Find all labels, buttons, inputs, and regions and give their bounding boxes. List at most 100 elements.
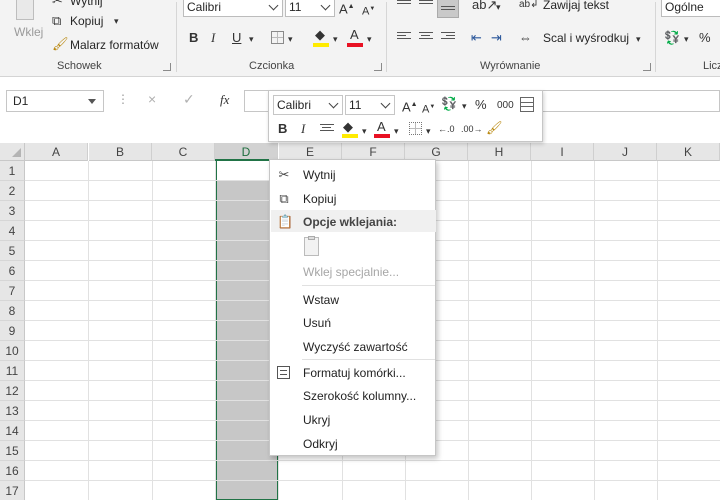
column-header-j[interactable]: J: [594, 143, 657, 161]
alignment-launcher-icon[interactable]: [643, 63, 651, 71]
mini-accounting-dropdown-icon[interactable]: ▾: [462, 99, 467, 113]
mini-italic-button[interactable]: I: [301, 122, 305, 136]
mini-format-table-icon[interactable]: [520, 97, 534, 112]
column-header-b[interactable]: B: [89, 143, 152, 161]
row-header-14[interactable]: 14: [0, 421, 25, 441]
mini-accounting-icon[interactable]: 💱: [441, 97, 457, 111]
column-header-c[interactable]: C: [152, 143, 215, 161]
row-header-6[interactable]: 6: [0, 261, 25, 281]
align-bottom-icon[interactable]: [437, 0, 459, 18]
clipboard-launcher-icon[interactable]: [163, 63, 171, 71]
column-header-k[interactable]: K: [657, 143, 720, 161]
cut-button[interactable]: ✂ Wytnij: [52, 0, 142, 14]
row-header-17[interactable]: 17: [0, 481, 25, 500]
menu-item-delete[interactable]: Usuń: [270, 311, 435, 333]
mini-percent-button[interactable]: %: [475, 98, 487, 112]
chevron-down-icon[interactable]: [88, 99, 96, 104]
accounting-format-icon[interactable]: 💱: [664, 31, 680, 45]
mini-font-color-icon[interactable]: A: [374, 119, 390, 139]
menu-item-copy[interactable]: ⧉ Kopiuj: [270, 187, 435, 209]
paste-option-button[interactable]: [301, 235, 325, 259]
borders-icon[interactable]: [271, 31, 284, 44]
active-cell[interactable]: [217, 161, 277, 180]
column-header-a[interactable]: A: [25, 143, 88, 161]
menu-item-format-cells[interactable]: Formatuj komórki...: [270, 361, 435, 383]
mini-fill-dropdown-icon[interactable]: ▾: [362, 124, 367, 138]
borders-dropdown-icon[interactable]: ▾: [288, 32, 293, 46]
mini-fill-color-icon[interactable]: ◆: [342, 119, 358, 139]
bold-button[interactable]: B: [189, 31, 198, 45]
mini-comma-style-button[interactable]: 000: [497, 99, 514, 113]
orientation-icon[interactable]: ab↗: [472, 0, 497, 12]
align-left-icon[interactable]: [397, 32, 411, 44]
enter-icon[interactable]: ✓: [183, 91, 195, 108]
decrease-indent-icon[interactable]: ⇤: [471, 31, 482, 45]
row-header-16[interactable]: 16: [0, 461, 25, 481]
font-size-dropdown[interactable]: 11: [285, 0, 335, 17]
row-header-12[interactable]: 12: [0, 381, 25, 401]
align-right-icon[interactable]: [441, 32, 455, 44]
increase-font-icon[interactable]: A▲: [339, 0, 355, 16]
mini-font-color-dropdown-icon[interactable]: ▾: [394, 124, 399, 138]
orientation-dropdown-icon[interactable]: ▾: [496, 0, 501, 14]
row-header-15[interactable]: 15: [0, 441, 25, 461]
row-header-2[interactable]: 2: [0, 181, 25, 201]
font-name-dropdown[interactable]: Calibri: [183, 0, 283, 17]
menu-item-clear-contents[interactable]: Wyczyść zawartość: [270, 335, 435, 357]
column-header-h[interactable]: H: [468, 143, 531, 161]
increase-decimal-icon[interactable]: ←.0: [438, 122, 455, 136]
mini-borders-dropdown-icon[interactable]: ▾: [426, 124, 431, 138]
mini-decrease-font-icon[interactable]: A▼: [422, 100, 435, 117]
row-header-11[interactable]: 11: [0, 361, 25, 381]
menu-item-cut[interactable]: ✂ Wytnij: [270, 163, 435, 185]
decrease-decimal-icon[interactable]: .00→: [461, 122, 483, 136]
italic-button[interactable]: I: [211, 31, 215, 45]
font-color-icon[interactable]: A: [347, 28, 363, 48]
mini-format-painter-icon[interactable]: 🖌: [486, 121, 503, 135]
row-header-7[interactable]: 7: [0, 281, 25, 301]
row-header-9[interactable]: 9: [0, 321, 25, 341]
align-center-icon[interactable]: [419, 32, 433, 44]
mini-bold-button[interactable]: B: [278, 122, 287, 136]
mini-font-name-dropdown[interactable]: Calibri: [273, 95, 343, 115]
increase-indent-icon[interactable]: ⇥: [491, 31, 502, 45]
row-header-1[interactable]: 1: [0, 161, 25, 181]
underline-dropdown-icon[interactable]: ▾: [249, 32, 254, 46]
row-header-13[interactable]: 13: [0, 401, 25, 421]
menu-item-unhide[interactable]: Odkryj: [270, 432, 435, 454]
merge-dropdown-icon[interactable]: ▾: [636, 32, 641, 46]
column-header-i[interactable]: I: [531, 143, 594, 161]
format-painter-button[interactable]: 🖌 Malarz formatów: [52, 37, 164, 53]
align-top-icon[interactable]: [397, 0, 411, 12]
menu-item-column-width[interactable]: Szerokość kolumny...: [270, 384, 435, 406]
paste-button[interactable]: Wklej: [4, 0, 44, 58]
row-header-3[interactable]: 3: [0, 201, 25, 221]
fill-color-dropdown-icon[interactable]: ▾: [333, 32, 338, 46]
underline-button[interactable]: U: [232, 31, 241, 45]
row-header-5[interactable]: 5: [0, 241, 25, 261]
cancel-icon[interactable]: ×: [148, 91, 156, 107]
percent-style-button[interactable]: %: [699, 31, 711, 45]
formula-bar-grip-icon[interactable]: ⋮: [117, 92, 129, 106]
accounting-dropdown-icon[interactable]: ▾: [684, 32, 689, 46]
decrease-font-icon[interactable]: A▼: [362, 2, 375, 19]
merge-center-button[interactable]: ⇔ Scal i wyśrodkuj ▾: [519, 30, 644, 48]
menu-item-hide[interactable]: Ukryj: [270, 408, 435, 430]
font-color-dropdown-icon[interactable]: ▾: [367, 32, 372, 46]
row-header-10[interactable]: 10: [0, 341, 25, 361]
wrap-text-button[interactable]: ab↲ Zawijaj tekst: [519, 0, 619, 14]
align-middle-icon[interactable]: [419, 0, 433, 12]
insert-function-button[interactable]: fx: [220, 92, 229, 108]
mini-font-size-dropdown[interactable]: 11: [345, 95, 395, 115]
row-header-4[interactable]: 4: [0, 221, 25, 241]
copy-button[interactable]: ⧉ Kopiuj ▾: [52, 14, 132, 30]
mini-align-center-icon[interactable]: [320, 124, 334, 136]
select-all-button[interactable]: [0, 143, 25, 161]
row-header-8[interactable]: 8: [0, 301, 25, 321]
menu-item-insert[interactable]: Wstaw: [270, 288, 435, 310]
name-box[interactable]: D1: [6, 90, 104, 112]
font-launcher-icon[interactable]: [374, 63, 382, 71]
mini-borders-icon[interactable]: [409, 122, 422, 135]
number-format-dropdown[interactable]: Ogólne: [661, 0, 720, 17]
copy-dropdown-icon[interactable]: ▾: [114, 14, 119, 28]
